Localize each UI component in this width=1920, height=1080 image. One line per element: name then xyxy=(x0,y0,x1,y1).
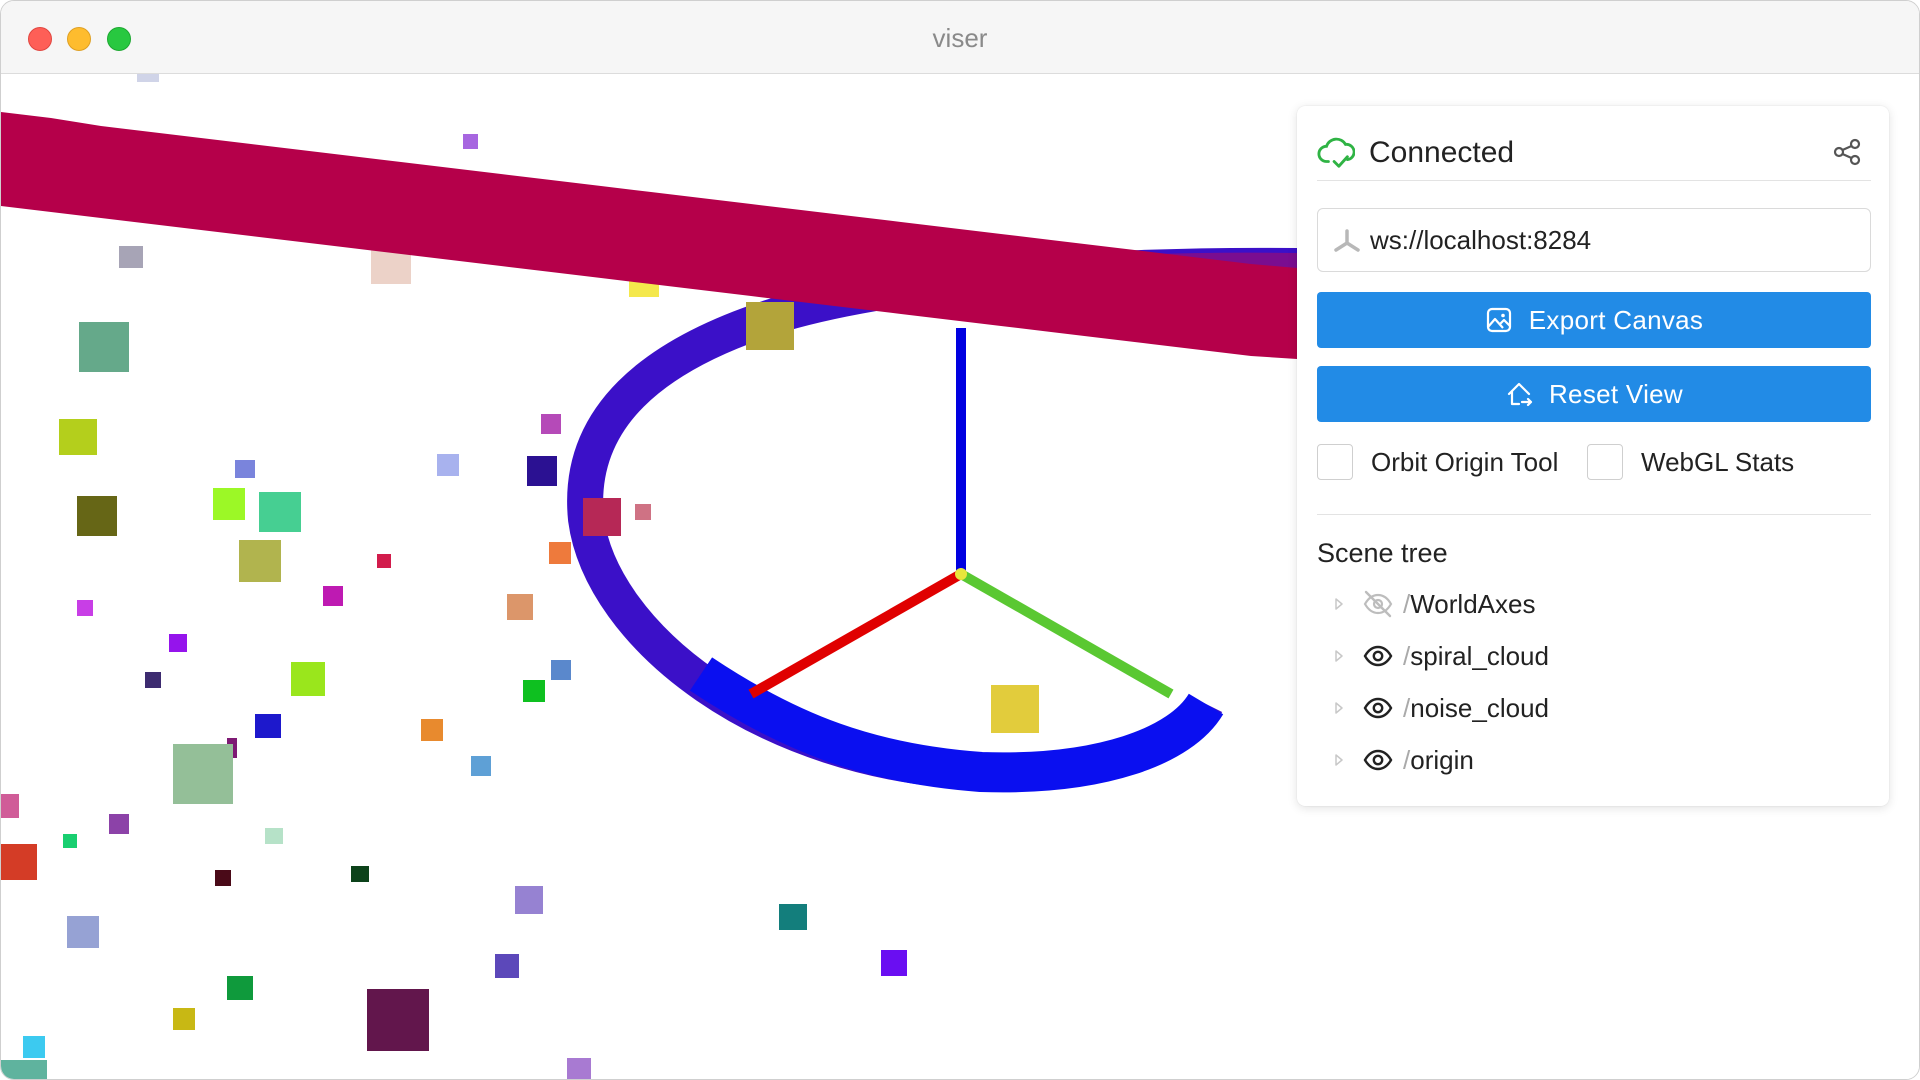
scene-tree-title: Scene tree xyxy=(1317,538,1448,568)
control-panel: Connected Export Canvas xyxy=(1297,106,1889,806)
eye-icon[interactable] xyxy=(1361,691,1395,725)
home-move-icon xyxy=(1507,382,1533,407)
viser-logo-icon xyxy=(1334,229,1360,252)
chevron-right-icon[interactable] xyxy=(1333,701,1345,715)
scene-tree-item-label: /origin xyxy=(1403,744,1474,775)
orbit-origin-tool-checkbox[interactable] xyxy=(1317,444,1353,480)
share-icon[interactable] xyxy=(1831,136,1863,168)
reset-view-label: Reset View xyxy=(1548,378,1684,409)
scene-tree-item-label: /noise_cloud xyxy=(1403,692,1550,723)
cloud-check-icon xyxy=(1317,137,1355,168)
scene-tree-item-label: /WorldAxes xyxy=(1403,588,1536,619)
panel-divider xyxy=(1317,514,1871,515)
scene-tree-item-noise-cloud[interactable]: /noise_cloud xyxy=(1333,688,1549,728)
scene-tree-item-worldaxes[interactable]: /WorldAxes xyxy=(1333,584,1535,624)
chevron-right-icon[interactable] xyxy=(1333,597,1345,611)
server-url-input[interactable] xyxy=(1370,209,1860,271)
webgl-stats-checkbox[interactable] xyxy=(1587,444,1623,480)
eye-icon[interactable] xyxy=(1361,639,1395,673)
eye-off-icon[interactable] xyxy=(1361,587,1395,621)
orbit-origin-tool-label: Orbit Origin Tool xyxy=(1371,446,1559,477)
noise-cloud-point xyxy=(746,302,794,350)
connection-status: Connected xyxy=(1317,126,1871,181)
window-title: viser xyxy=(932,23,988,53)
chevron-right-icon[interactable] xyxy=(1333,753,1345,767)
export-canvas-button[interactable]: Export Canvas xyxy=(1317,292,1871,348)
chevron-right-icon[interactable] xyxy=(1333,649,1345,663)
server-url-field[interactable] xyxy=(1317,208,1871,272)
reset-view-button[interactable]: Reset View xyxy=(1317,366,1871,422)
scene-tree-item-origin[interactable]: /origin xyxy=(1333,740,1474,780)
webgl-stats-option[interactable]: WebGL Stats xyxy=(1587,442,1794,482)
webgl-stats-label: WebGL Stats xyxy=(1641,446,1795,477)
world-axes-band xyxy=(1,112,1297,359)
scene-tree-item-spiral-cloud[interactable]: /spiral_cloud xyxy=(1333,636,1549,676)
origin-axes xyxy=(748,328,1174,699)
connection-status-label: Connected xyxy=(1369,136,1515,169)
noise-cloud-point xyxy=(583,498,621,536)
noise-cloud-point xyxy=(991,685,1039,733)
eye-icon[interactable] xyxy=(1361,743,1395,777)
orbit-origin-tool-option[interactable]: Orbit Origin Tool xyxy=(1317,442,1558,482)
title-bar: viser xyxy=(1,1,1919,74)
scene-tree-item-label: /spiral_cloud xyxy=(1403,640,1549,671)
export-canvas-label: Export Canvas xyxy=(1528,304,1704,335)
photo-icon xyxy=(1486,307,1511,333)
app-window: viser Connected ws://localhost:8284 Expo… xyxy=(0,0,1920,1080)
